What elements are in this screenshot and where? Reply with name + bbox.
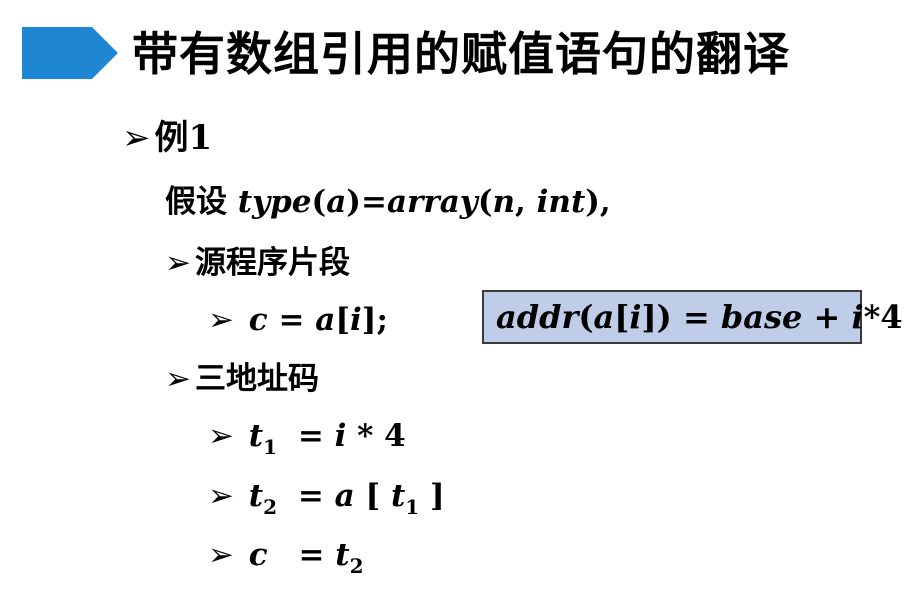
int-keyword: int: [536, 184, 586, 220]
temp-subscript: 2: [263, 495, 278, 519]
equals-sign: =: [267, 302, 316, 338]
equals-sign: =: [297, 478, 335, 514]
equals-sign: =: [298, 537, 336, 573]
multiply-expr: * 4: [346, 418, 406, 454]
temp-var: t: [248, 418, 264, 454]
var-i: i: [334, 418, 347, 454]
temp-var: t: [335, 537, 350, 573]
tac-line-3: ➢ c = t2: [208, 535, 364, 586]
arrow-bullet-icon: ➢: [122, 118, 151, 158]
var-i: i: [629, 298, 642, 336]
temp-var: t: [248, 478, 264, 514]
slide-title: 带有数组引用的赋值语句的翻译: [132, 27, 790, 81]
source-heading-text: 源程序片段: [194, 245, 350, 281]
var-c: c: [248, 537, 268, 573]
multiplier: *4: [863, 298, 903, 336]
type-keyword: type: [237, 184, 312, 220]
var-i: i: [350, 302, 362, 338]
tac-line-2: ➢ t2 = a [ t1 ]: [208, 476, 445, 527]
tac-line-1: ➢ t1 = i * 4: [208, 416, 406, 467]
plus-sign: +: [802, 298, 852, 336]
address-formula-box: addr(a[i]) = base + i*4: [482, 290, 903, 344]
source-statement: ➢ c = a[i];: [208, 302, 388, 338]
assumption-prefix: 假设: [165, 184, 238, 220]
arrow-bullet-icon: ➢: [208, 478, 234, 514]
var-a: a: [334, 478, 355, 514]
tac-heading-text: 三地址码: [194, 361, 319, 397]
var-a: a: [315, 302, 336, 338]
arrow-bullet-icon: ➢: [208, 302, 234, 338]
temp-subscript: 1: [405, 495, 420, 519]
tac-heading: ➢ 三地址码: [165, 359, 319, 399]
addr-keyword: addr: [496, 298, 579, 336]
assumption-line: 假设 type(a)=array(n, int),: [165, 184, 611, 220]
var-c: c: [248, 302, 268, 338]
open-bracket: [: [354, 478, 391, 514]
close-bracket: ]: [419, 478, 445, 514]
temp-subscript: 1: [263, 435, 278, 459]
arrow-bullet-icon: ➢: [208, 537, 234, 573]
temp-subscript: 2: [349, 554, 364, 578]
example-heading-text: 例1: [154, 118, 213, 158]
semicolon: ;: [376, 302, 388, 338]
equals-sign: =: [360, 184, 387, 220]
arrow-bullet-icon: ➢: [165, 361, 191, 397]
equals-sign: =: [297, 418, 335, 454]
example-heading: ➢ 例1: [122, 118, 212, 158]
var-n: n: [492, 184, 516, 220]
arrow-bullet-icon: ➢: [208, 418, 234, 454]
base-keyword: base: [720, 298, 803, 336]
var-i: i: [851, 298, 864, 336]
source-heading: ➢ 源程序片段: [165, 243, 350, 283]
var-a: a: [593, 298, 615, 336]
var-a: a: [326, 184, 347, 220]
equals-sign: =: [671, 298, 721, 336]
temp-var: t: [390, 478, 406, 514]
arrow-bullet-icon: ➢: [165, 245, 191, 281]
title-accent-arrow: [22, 27, 118, 79]
array-keyword: array: [386, 184, 478, 220]
